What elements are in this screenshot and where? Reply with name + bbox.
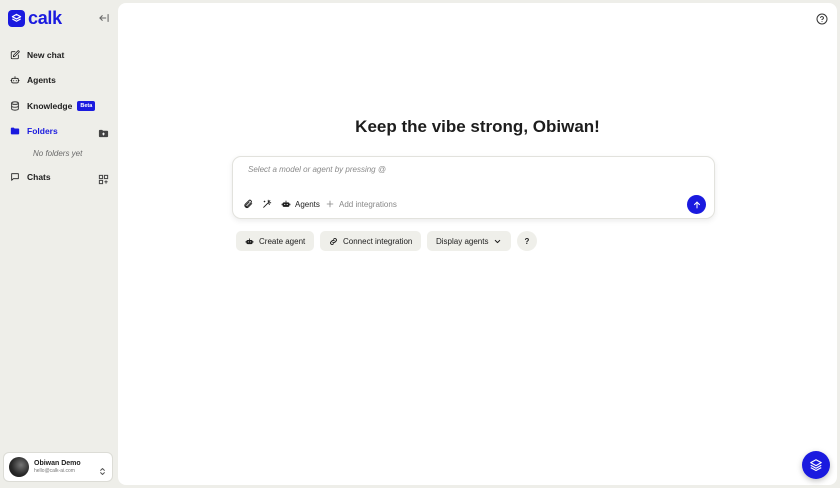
prompt-input[interactable] bbox=[248, 165, 668, 174]
add-integrations-button[interactable]: Add integrations bbox=[325, 199, 397, 209]
chat-composer: Agents Add integrations bbox=[232, 156, 715, 219]
paperclip-icon bbox=[244, 199, 253, 208]
help-circle-icon[interactable] bbox=[816, 12, 828, 25]
add-integrations-label: Add integrations bbox=[339, 199, 397, 209]
robot-icon bbox=[245, 238, 254, 244]
chats-grid-icon[interactable] bbox=[98, 172, 109, 185]
magic-wand-button[interactable] bbox=[262, 199, 272, 209]
create-agent-label: Create agent bbox=[259, 236, 306, 246]
greeting-heading: Keep the vibe strong, Obiwan! bbox=[355, 117, 600, 136]
link-icon bbox=[330, 237, 337, 245]
user-name: Obiwan Demo bbox=[34, 460, 81, 467]
connect-integration-button[interactable]: Connect integration bbox=[320, 231, 422, 251]
avatar bbox=[9, 457, 29, 477]
database-icon bbox=[11, 101, 19, 111]
sidebar-item-new-chat[interactable]: New chat bbox=[10, 50, 64, 60]
sidebar-item-folders[interactable]: Folders bbox=[10, 126, 58, 136]
calk-logo[interactable]: calk bbox=[8, 8, 62, 29]
magic-wand-icon bbox=[263, 199, 272, 208]
sidebar-item-label: Agents bbox=[27, 75, 56, 85]
arrow-up-icon bbox=[693, 201, 700, 208]
robot-icon bbox=[281, 200, 291, 207]
display-agents-label: Display agents bbox=[436, 236, 489, 246]
chevron-down-icon bbox=[495, 239, 501, 243]
display-agents-dropdown[interactable]: Display agents bbox=[427, 231, 512, 251]
help-button[interactable]: ? bbox=[517, 231, 537, 251]
brand-name: calk bbox=[28, 8, 62, 28]
layers-fab-button[interactable] bbox=[802, 451, 830, 479]
folders-empty-state: No folders yet bbox=[33, 149, 83, 158]
agents-label: Agents bbox=[295, 199, 320, 209]
send-button[interactable] bbox=[687, 195, 706, 214]
edit-icon bbox=[10, 50, 20, 60]
user-email: hello@calk-ai.com bbox=[34, 468, 75, 474]
sidebar-item-label: Chats bbox=[27, 172, 51, 182]
sidebar: calk New chat Agents Knowledge Beta Fold… bbox=[0, 0, 117, 488]
main-panel: Keep the vibe strong, Obiwan! Agents Add… bbox=[118, 3, 837, 485]
sidebar-item-knowledge[interactable]: Knowledge Beta bbox=[10, 101, 96, 111]
user-profile-card[interactable]: Obiwan Demo hello@calk-ai.com bbox=[3, 452, 113, 482]
attach-button[interactable] bbox=[243, 199, 253, 209]
beta-badge: Beta bbox=[77, 101, 96, 111]
layers-icon bbox=[810, 459, 822, 472]
sidebar-item-label: New chat bbox=[27, 50, 65, 60]
connect-integration-label: Connect integration bbox=[343, 236, 413, 246]
sidebar-item-label: Folders bbox=[27, 126, 58, 136]
chevron-up-down-icon bbox=[98, 463, 107, 475]
sidebar-item-label: Knowledge bbox=[27, 101, 73, 111]
create-agent-button[interactable]: Create agent bbox=[236, 231, 315, 251]
plus-icon bbox=[326, 200, 334, 208]
sidebar-item-chats[interactable]: Chats bbox=[10, 172, 51, 182]
collapse-sidebar-icon[interactable] bbox=[97, 11, 111, 25]
layers-logo-icon bbox=[8, 10, 25, 27]
agents-button[interactable]: Agents bbox=[281, 199, 320, 209]
robot-icon bbox=[10, 76, 20, 84]
folder-icon bbox=[10, 127, 20, 135]
chat-icon bbox=[11, 173, 19, 181]
add-folder-icon[interactable] bbox=[98, 126, 109, 138]
sidebar-item-agents[interactable]: Agents bbox=[10, 75, 56, 85]
